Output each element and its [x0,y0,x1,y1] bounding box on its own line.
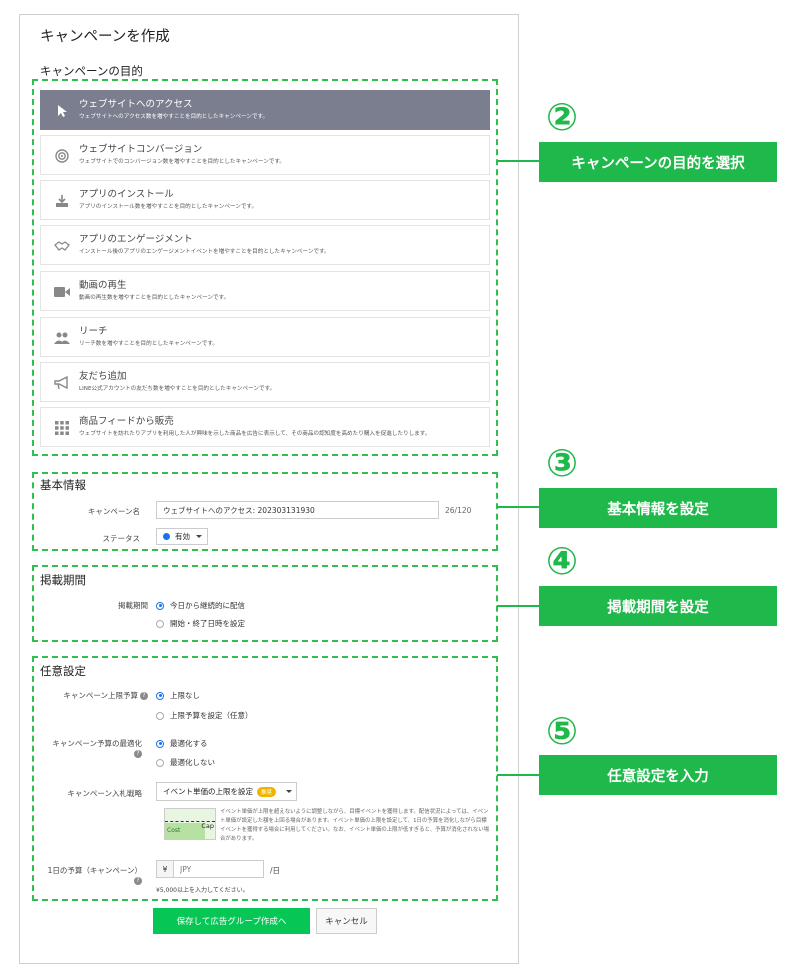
chevron-down-icon [196,535,202,538]
save-and-create-adgroup-button[interactable]: 保存して広告グループ作成へ [153,908,310,934]
chevron-down-icon [286,790,293,793]
objective-title: 動画の再生 [79,280,127,291]
radio-label: 上限なし [170,691,200,700]
objective-heading: キャンペーンの目的 [40,64,143,78]
radio-label: 今日から継続的に配信 [170,601,245,610]
cap-label: Cap [201,822,214,830]
budget-cap-set[interactable]: 上限予算を設定（任意） [156,710,253,721]
objective-desc: ウェブサイトでのコンバージョン数を増やすことを目的としたキャンペーンです。 [79,159,286,165]
radio-icon [156,758,164,767]
help-icon: ? [134,877,142,885]
period-label: 掲載期間 [118,601,148,610]
status-dropdown[interactable]: 有効 [156,528,208,545]
objective-title: 商品フィードから販売 [79,416,174,427]
objective-title: 友だち追加 [79,371,127,382]
help-icon: ? [140,692,148,700]
objective-desc: ウェブサイトへのアクセス数を増やすことを目的としたキャンペーンです。 [79,114,269,120]
objective-option-web-access[interactable]: ウェブサイトへのアクセス ウェブサイトへのアクセス数を増やすことを目的としたキャ… [40,90,490,130]
annotation-label-objective: キャンペーンの目的を選択 [539,142,777,182]
bid-strategy-value: イベント単価の上限を設定 [163,787,253,796]
annotation-connector [497,160,539,162]
annotation-number-2: ② [546,95,579,139]
objective-desc: LINE公式アカウントの友だち数を増やすことを目的としたキャンペーンです。 [79,386,276,392]
daily-budget-input[interactable] [173,860,264,878]
bid-description: イベント単価が上限を超えないように調整しながら、目標イベントを獲得します。配信状… [220,809,489,842]
optional-heading: 任意設定 [40,664,86,678]
period-heading: 掲載期間 [40,573,86,587]
handshake-icon [53,237,71,255]
megaphone-icon [53,374,71,392]
budget-opt-off[interactable]: 最適化しない [156,757,215,768]
objective-desc: インストール後のアプリのエンゲージメントイベントを増やすことを目的としたキャンペ… [79,249,330,255]
objective-option-product-feed[interactable]: 商品フィードから販売 ウェブサイトを訪れたりアプリを利用した人が興味を示した商品… [40,407,490,447]
objective-desc: 動画の再生数を増やすことを目的としたキャンペーンです。 [79,295,230,301]
campaign-form-panel: キャンペーンを作成 キャンペーンの目的 ウェブサイトへのアクセス ウェブサイトへ… [19,14,519,964]
budget-cap-none[interactable]: 上限なし [156,690,200,701]
radio-icon [156,601,164,610]
radio-label: 最適化しない [170,758,215,767]
campaign-name-counter: 26/120 [445,506,472,515]
budget-cap-label: キャンペーン上限予算? [40,690,148,701]
objective-option-app-engagement[interactable]: アプリのエンゲージメント インストール後のアプリのエンゲージメントイベントを増や… [40,225,490,265]
target-icon [53,147,71,165]
daily-budget-label: 1日の予算（キャンペーン） [47,866,142,875]
objective-title: ウェブサイトコンバージョン [79,144,203,155]
objective-title: アプリのインストール [79,189,174,200]
period-option-set-dates[interactable]: 開始・終了日時を設定 [156,618,245,629]
campaign-name-input[interactable]: ウェブサイトへのアクセス: 202303131930 [156,501,439,519]
page-title: キャンペーンを作成 [40,29,170,45]
daily-budget-note: ¥5,000以上を入力してください。 [156,887,249,894]
annotation-connector [497,605,539,607]
cancel-button[interactable]: キャンセル [316,908,377,934]
objective-option-web-conversion[interactable]: ウェブサイトコンバージョン ウェブサイトでのコンバージョン数を増やすことを目的と… [40,135,490,175]
objective-title: ウェブサイトへのアクセス [79,99,193,110]
radio-icon [156,739,164,748]
radio-icon [156,619,164,628]
objective-option-friends[interactable]: 友だち追加 LINE公式アカウントの友だち数を増やすことを目的としたキャンペーン… [40,362,490,402]
status-dot [163,533,170,540]
objective-desc: アプリのインストール数を増やすことを目的としたキャンペーンです。 [79,204,258,210]
recommended-badge: 推奨 [257,786,277,797]
annotation-number-5: ⑤ [546,709,579,753]
status-label: ステータス [102,534,141,543]
grid-icon [53,419,71,437]
radio-label: 最適化する [170,739,208,748]
annotation-number-3: ③ [546,441,579,485]
annotation-connector [497,774,539,776]
objective-title: リーチ [79,326,108,337]
annotation-label-period: 掲載期間を設定 [539,586,777,626]
currency-prefix: ¥ [156,860,174,878]
people-icon [53,329,71,347]
status-value: 有効 [175,532,190,541]
per-day-suffix: /日 [270,866,281,875]
objective-desc: ウェブサイトを訪れたりアプリを利用した人が興味を示した商品を広告に表示して、その… [79,431,431,437]
campaign-name-label: キャンペーン名 [87,507,140,516]
bid-illustration: Cost Cap [164,808,216,840]
period-option-continuous[interactable]: 今日から継続的に配信 [156,600,245,611]
annotation-label-optional: 任意設定を入力 [539,755,777,795]
annotation-number-4: ④ [546,539,579,583]
objective-option-app-install[interactable]: アプリのインストール アプリのインストール数を増やすことを目的としたキャンペーン… [40,180,490,220]
bid-strategy-dropdown[interactable]: イベント単価の上限を設定 推奨 [156,782,297,801]
annotation-connector [497,506,539,508]
budget-opt-label: キャンペーン予算の最適化 [52,739,142,748]
objective-option-reach[interactable]: リーチ リーチ数を増やすことを目的としたキャンペーンです。 [40,317,490,357]
video-icon [53,283,71,301]
annotation-label-basic: 基本情報を設定 [539,488,777,528]
help-icon: ? [134,750,142,758]
radio-icon [156,711,164,720]
radio-label: 開始・終了日時を設定 [170,619,245,628]
download-icon [53,192,71,210]
bid-strategy-label: キャンペーン入札戦略 [67,789,142,798]
objective-title: アプリのエンゲージメント [79,234,193,245]
budget-opt-on[interactable]: 最適化する [156,738,208,749]
objective-desc: リーチ数を増やすことを目的としたキャンペーンです。 [79,341,219,347]
basic-info-heading: 基本情報 [40,478,86,492]
cost-label: Cost [167,827,181,834]
radio-icon [156,691,164,700]
objective-option-video-view[interactable]: 動画の再生 動画の再生数を増やすことを目的としたキャンペーンです。 [40,271,490,311]
cursor-icon [53,102,71,120]
radio-label: 上限予算を設定（任意） [170,711,253,720]
